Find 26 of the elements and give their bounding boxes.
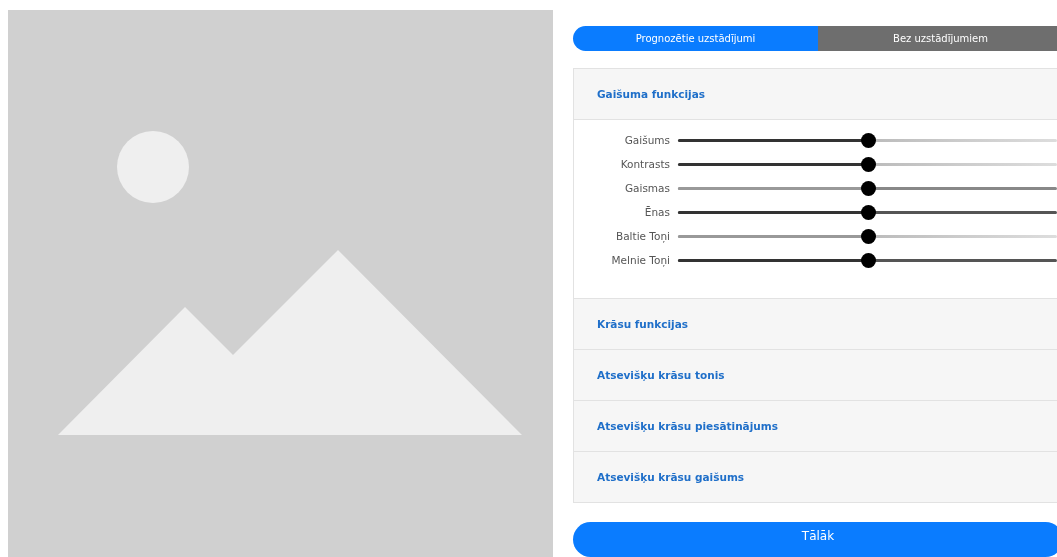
slider-track[interactable] bbox=[678, 252, 1057, 268]
slider-thumb[interactable] bbox=[860, 156, 876, 172]
slider-thumb[interactable] bbox=[860, 228, 876, 244]
tab[interactable]: Prognozētie uzstādījumi bbox=[573, 26, 818, 52]
tab[interactable]: Bez uzstādījumiem bbox=[818, 26, 1057, 52]
accordion-header[interactable]: Atsevišķu krāsu gaišums bbox=[574, 451, 1057, 503]
next-button[interactable]: Tālāk bbox=[573, 522, 1057, 557]
slider-thumb[interactable] bbox=[860, 252, 876, 268]
slider-label: Baltie Toņi bbox=[615, 230, 671, 243]
slider-track[interactable] bbox=[678, 204, 1057, 220]
slider-thumb[interactable] bbox=[860, 204, 876, 220]
slider-thumb[interactable] bbox=[860, 180, 876, 196]
slider-label: Kontrasts bbox=[619, 158, 671, 171]
accordion-header[interactable]: Atsevišķu krāsu piesātinājums bbox=[574, 400, 1057, 452]
slider-track[interactable] bbox=[678, 132, 1057, 148]
slider-label: Ēnas bbox=[643, 206, 671, 219]
slider-label: Gaismas bbox=[623, 182, 671, 195]
slider-track[interactable] bbox=[678, 228, 1057, 244]
slider-track[interactable] bbox=[678, 180, 1057, 196]
slider-label: Melnie Toņi bbox=[610, 254, 671, 267]
accordion-header[interactable]: Krāsu funkcijas bbox=[574, 298, 1057, 350]
accordion-header[interactable]: Atsevišķu krāsu tonis bbox=[574, 349, 1057, 401]
slider-track[interactable] bbox=[678, 156, 1057, 172]
accordion-header[interactable]: Gaišuma funkcijas bbox=[574, 69, 1057, 120]
slider-label: Gaišums bbox=[623, 134, 671, 147]
slider-thumb[interactable] bbox=[860, 132, 876, 148]
